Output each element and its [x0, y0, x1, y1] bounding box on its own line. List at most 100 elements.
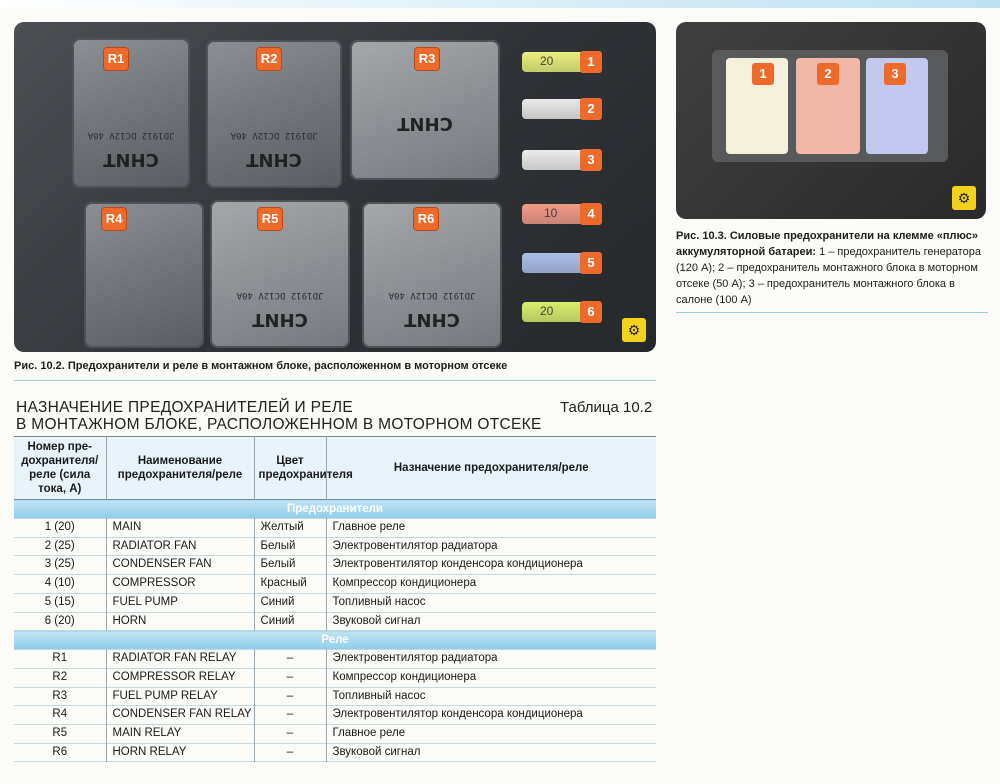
cell-purpose: Электровентилятор конденсора кондиционер… — [332, 558, 583, 571]
col-header-number: Номер пре-дохранителя/реле (сила тока, А… — [14, 436, 107, 500]
cell-name: HORN RELAY — [106, 743, 255, 762]
cell-purpose: Топливный насос — [332, 595, 426, 608]
relay-tag: R1 — [104, 48, 128, 70]
figure-10-3-caption: Рис. 10.3. Силовые предохранители на кле… — [676, 228, 988, 308]
cell-number: R4 — [14, 705, 107, 725]
table-row: 3 (25) CONDENSER FAN Белый Электровентилято… — [14, 555, 656, 575]
table-title-line2: В МОНТАЖНОМ БЛОКЕ, РАСПОЛОЖЕННОМ В МОТОР… — [16, 416, 542, 433]
cell-name: FUEL PUMP — [106, 593, 255, 613]
cell-name: HORN — [106, 612, 255, 631]
fuse-tag: 1 — [752, 63, 774, 85]
cell-name: RADIATOR FAN — [106, 537, 255, 556]
table-row: 2 (25) RADIATOR FAN Белый Электровентилятор… — [14, 537, 656, 556]
col-header-color: Цвет предохранителя — [254, 436, 353, 500]
cell-purpose: Компрессор кондиционера — [332, 670, 477, 683]
divider — [676, 312, 988, 313]
fuse-5 — [522, 253, 586, 273]
car-icon: ⚙ — [622, 318, 646, 342]
table-title-line1: НАЗНАЧЕНИЕ ПРЕДОХРАНИТЕЛЕЙ И РЕЛЕ — [16, 399, 353, 416]
cell-purpose: Электровентилятор конденсора кондиционер… — [332, 708, 583, 721]
table-title: НАЗНАЧЕНИЕ ПРЕДОХРАНИТЕЛЕЙ И РЕЛЕ В МОНТ… — [16, 399, 542, 433]
cell-name: CONDENSER FAN RELAY — [106, 705, 255, 725]
cell-color: Белый — [254, 537, 327, 556]
cell-purpose: Электровентилятор радиатора — [332, 539, 498, 552]
relay-spec: JD1912 DC12V 40A — [230, 130, 318, 140]
fuse-rating: 10 — [544, 206, 558, 220]
relay-tag: R4 — [102, 208, 126, 230]
cell-purpose: Электровентилятор радиатора — [332, 652, 498, 665]
cell-color: – — [254, 687, 327, 706]
relay-brand: CHNT — [252, 309, 308, 330]
table-row: R4 CONDENSER FAN RELAY – Электровентилятор … — [14, 705, 656, 725]
cell-name: CONDENSER FAN — [106, 555, 255, 575]
fuse-tag: 6 — [580, 301, 602, 323]
fuse-1 — [522, 52, 586, 72]
cell-name: MAIN — [106, 518, 255, 538]
table-row: R1 RADIATOR FAN RELAY – Электровентилятор р… — [14, 649, 656, 669]
cell-color: Желтый — [254, 518, 327, 538]
cell-color: Белый — [254, 555, 327, 575]
cell-number: R3 — [14, 687, 107, 706]
fuse-6 — [522, 302, 586, 322]
cell-number: 3 (25) — [14, 555, 107, 575]
section-label: Реле — [14, 630, 656, 650]
cell-name: RADIATOR FAN RELAY — [106, 649, 255, 669]
cell-number: 5 (15) — [14, 593, 107, 613]
relay-brand: CHNT — [397, 113, 453, 134]
cell-number: 2 (25) — [14, 537, 107, 556]
page-top-band — [0, 0, 1000, 8]
cell-color: – — [254, 724, 327, 744]
table-row: R3 FUEL PUMP RELAY – Топливный насос — [14, 687, 656, 706]
cell-purpose: Звуковой сигнал — [332, 745, 421, 758]
cell-name: FUEL PUMP RELAY — [106, 687, 255, 706]
cell-name: COMPRESSOR — [106, 574, 255, 594]
relay-tag: R3 — [415, 48, 439, 70]
relay-r1: JD1912 DC12V 40A CHNT — [72, 38, 190, 188]
cell-number: R2 — [14, 668, 107, 688]
fuse-tag: 4 — [580, 203, 602, 225]
cell-purpose: Компрессор кондиционера — [332, 577, 477, 590]
col-header-name: Наименование предохранителя/реле — [106, 436, 255, 500]
cell-number: 4 (10) — [14, 574, 107, 594]
cell-purpose: Топливный насос — [332, 689, 426, 702]
relay-tag: R5 — [258, 208, 282, 230]
relay-brand: CHNT — [246, 149, 302, 170]
relay-brand: CHNT — [103, 149, 159, 170]
fuse-tag: 2 — [817, 63, 839, 85]
divider — [14, 380, 656, 381]
section-label: Предохранители — [14, 499, 656, 519]
cell-color: – — [254, 705, 327, 725]
section-row-fuses: Предохранители — [14, 499, 656, 519]
cell-purpose: Главное реле — [332, 521, 406, 533]
cell-number: R1 — [14, 649, 107, 669]
table-row: R5 MAIN RELAY – Главное реле — [14, 724, 656, 744]
fuse-2 — [522, 99, 586, 119]
table-row: R2 COMPRESSOR RELAY – Компрессор кондиционе… — [14, 668, 656, 688]
table-number: Таблица 10.2 — [560, 399, 653, 416]
cell-number: 6 (20) — [14, 612, 107, 631]
figure-10-2-caption: Рис. 10.2. Предохранители и реле в монта… — [14, 360, 508, 372]
cell-color: – — [254, 743, 327, 762]
cell-color: Синий — [254, 593, 327, 613]
fuse-rating: 20 — [540, 54, 554, 68]
fuse-tag: 3 — [884, 63, 906, 85]
relay-brand: CHNT — [404, 309, 460, 330]
col-header-purpose: Назначение предохранителя/реле — [326, 436, 656, 500]
fuse-box-photo: JD1912 DC12V 40A CHNT JD1912 DC12V 40A C… — [14, 22, 656, 352]
cell-color: – — [254, 649, 327, 669]
cell-color: – — [254, 668, 327, 688]
cell-number: 1 (20) — [14, 518, 107, 538]
cell-color: Красный — [254, 574, 327, 594]
relay-spec: JD1912 DC12V 40A — [87, 130, 175, 140]
table-row: 4 (10) COMPRESSOR Красный Компрессор кондиц… — [14, 574, 656, 594]
fuse-tag: 3 — [580, 149, 602, 171]
fuse-3 — [522, 150, 586, 170]
relay-tag: R2 — [257, 48, 281, 70]
car-icon: ⚙ — [952, 186, 976, 210]
fuse-tag: 5 — [580, 252, 602, 274]
table-row: R6 HORN RELAY – Звуковой сигнал — [14, 743, 656, 762]
cell-number: R6 — [14, 743, 107, 762]
cell-number: R5 — [14, 724, 107, 744]
cell-color: Синий — [254, 612, 327, 631]
table-row: 6 (20) HORN Синий Звуковой сигнал — [14, 612, 656, 631]
